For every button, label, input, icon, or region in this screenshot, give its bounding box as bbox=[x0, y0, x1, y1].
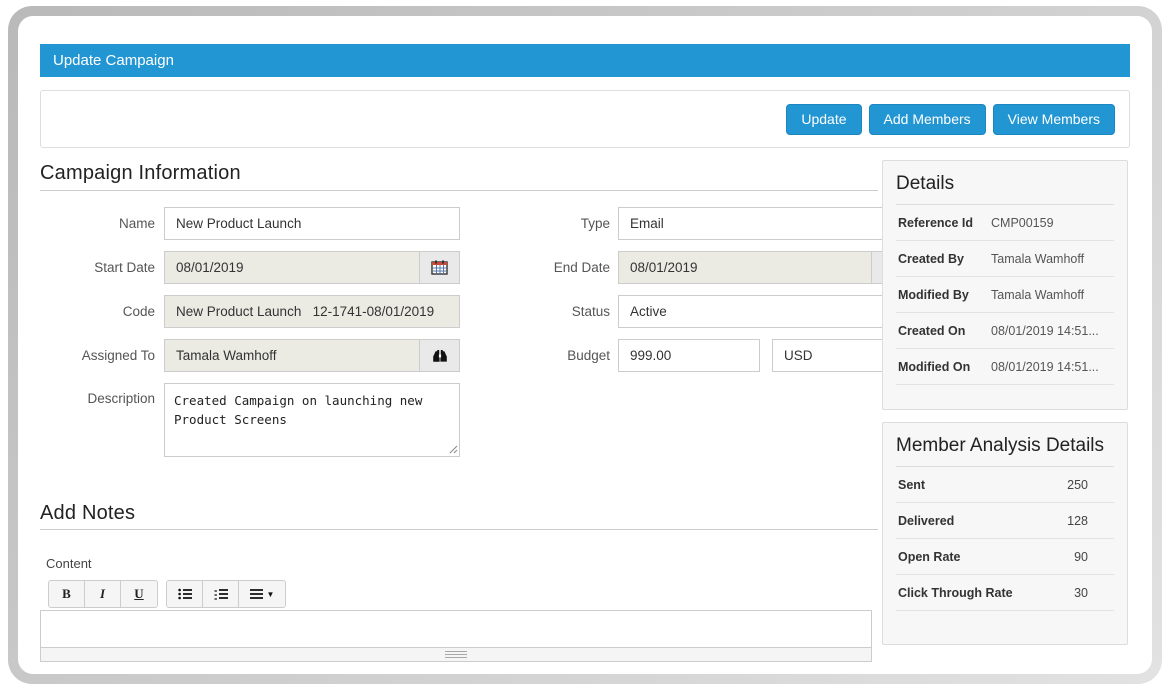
page-titlebar: Update Campaign bbox=[40, 44, 1130, 77]
bold-icon: B bbox=[62, 586, 71, 602]
details-panel: Details Reference Id CMP00159 Created By… bbox=[882, 160, 1128, 410]
bold-button[interactable]: B bbox=[49, 581, 85, 607]
code-label: Code bbox=[40, 295, 155, 328]
assigned-to-lookup-button[interactable] bbox=[419, 340, 459, 371]
editor-toolbar: B I U bbox=[48, 580, 286, 608]
row-value: Tamala Wamhoff bbox=[991, 252, 1112, 266]
budget-field-wrap bbox=[618, 339, 760, 372]
member-row-sent: Sent 250 bbox=[896, 467, 1114, 503]
end-date-input bbox=[619, 252, 871, 283]
content-label: Content bbox=[46, 556, 92, 571]
status-label: Status bbox=[470, 295, 610, 328]
add-notes-heading: Add Notes bbox=[40, 502, 135, 525]
update-button[interactable]: Update bbox=[786, 104, 861, 135]
status-select[interactable]: Active ▼ bbox=[618, 295, 912, 328]
code-input bbox=[165, 296, 459, 327]
row-label: Created On bbox=[898, 324, 991, 338]
member-row-click-through-rate: Click Through Rate 30 bbox=[896, 575, 1114, 611]
underline-button[interactable]: U bbox=[121, 581, 157, 607]
details-row-reference-id: Reference Id CMP00159 bbox=[896, 205, 1114, 241]
section-divider bbox=[40, 190, 878, 191]
row-label: Reference Id bbox=[898, 216, 991, 230]
underline-icon: U bbox=[134, 586, 143, 602]
row-label: Delivered bbox=[898, 514, 1067, 528]
paragraph-align-button[interactable]: ▼ bbox=[239, 581, 285, 607]
unordered-list-icon bbox=[178, 588, 192, 600]
details-row-modified-by: Modified By Tamala Wamhoff bbox=[896, 277, 1114, 313]
details-heading: Details bbox=[896, 171, 1114, 205]
row-value: 250 bbox=[1067, 478, 1112, 492]
binoculars-icon bbox=[431, 349, 449, 363]
row-value: 08/01/2019 14:51... bbox=[991, 324, 1112, 338]
page-title: Update Campaign bbox=[53, 52, 174, 69]
row-value: 90 bbox=[1074, 550, 1112, 564]
status-select-value: Active bbox=[619, 304, 892, 319]
align-left-icon bbox=[250, 588, 263, 600]
row-label: Modified By bbox=[898, 288, 991, 302]
member-analysis-heading: Member Analysis Details bbox=[896, 433, 1114, 467]
type-select-value: Email bbox=[619, 216, 892, 231]
currency-select-value: USD bbox=[773, 348, 892, 363]
assigned-to-field-wrap bbox=[164, 339, 460, 372]
description-label: Description bbox=[40, 383, 155, 408]
details-row-created-on: Created On 08/01/2019 14:51... bbox=[896, 313, 1114, 349]
ordered-list-icon bbox=[214, 588, 228, 600]
start-date-field-wrap bbox=[164, 251, 460, 284]
assigned-to-label: Assigned To bbox=[40, 339, 155, 372]
start-date-label: Start Date bbox=[40, 251, 155, 284]
view-members-button[interactable]: View Members bbox=[993, 104, 1115, 135]
calendar-icon bbox=[431, 260, 448, 275]
details-row-created-by: Created By Tamala Wamhoff bbox=[896, 241, 1114, 277]
type-label: Type bbox=[470, 207, 610, 240]
budget-input[interactable] bbox=[619, 340, 759, 371]
row-label: Sent bbox=[898, 478, 1067, 492]
row-label: Created By bbox=[898, 252, 991, 266]
drag-handle-icon bbox=[445, 651, 467, 658]
name-input[interactable] bbox=[165, 208, 459, 239]
text-style-button-group: B I U bbox=[48, 580, 158, 608]
unordered-list-button[interactable] bbox=[167, 581, 203, 607]
member-analysis-panel: Member Analysis Details Sent 250 Deliver… bbox=[882, 422, 1128, 645]
italic-icon: I bbox=[100, 586, 105, 602]
add-members-button[interactable]: Add Members bbox=[869, 104, 986, 135]
member-row-delivered: Delivered 128 bbox=[896, 503, 1114, 539]
editor-resize-statusbar[interactable] bbox=[40, 648, 872, 662]
type-select[interactable]: Email ▼ bbox=[618, 207, 912, 240]
assigned-to-input bbox=[165, 340, 419, 371]
row-value: 08/01/2019 14:51... bbox=[991, 360, 1112, 374]
dropdown-caret-icon: ▼ bbox=[267, 590, 275, 599]
ordered-list-button[interactable] bbox=[203, 581, 239, 607]
italic-button[interactable]: I bbox=[85, 581, 121, 607]
start-date-input bbox=[165, 252, 419, 283]
row-label: Open Rate bbox=[898, 550, 1074, 564]
code-field-wrap bbox=[164, 295, 460, 328]
list-button-group: ▼ bbox=[166, 580, 286, 608]
row-label: Modified On bbox=[898, 360, 991, 374]
action-bar: Update Add Members View Members bbox=[40, 90, 1130, 148]
row-value: CMP00159 bbox=[991, 216, 1112, 230]
end-date-field-wrap bbox=[618, 251, 912, 284]
member-row-open-rate: Open Rate 90 bbox=[896, 539, 1114, 575]
description-textarea[interactable]: Created Campaign on launching new Produc… bbox=[164, 383, 460, 457]
end-date-label: End Date bbox=[470, 251, 610, 284]
row-label: Click Through Rate bbox=[898, 586, 1074, 600]
description-field-wrap: Created Campaign on launching new Produc… bbox=[164, 383, 460, 457]
row-value: 30 bbox=[1074, 586, 1112, 600]
details-row-modified-on: Modified On 08/01/2019 14:51... bbox=[896, 349, 1114, 385]
section-divider bbox=[40, 529, 878, 530]
name-field-wrap bbox=[164, 207, 460, 240]
start-date-calendar-button[interactable] bbox=[419, 252, 459, 283]
row-value: 128 bbox=[1067, 514, 1112, 528]
budget-label: Budget bbox=[470, 339, 610, 372]
row-value: Tamala Wamhoff bbox=[991, 288, 1112, 302]
name-label: Name bbox=[40, 207, 155, 240]
campaign-information-heading: Campaign Information bbox=[40, 162, 241, 185]
note-content-editable[interactable] bbox=[40, 610, 872, 648]
